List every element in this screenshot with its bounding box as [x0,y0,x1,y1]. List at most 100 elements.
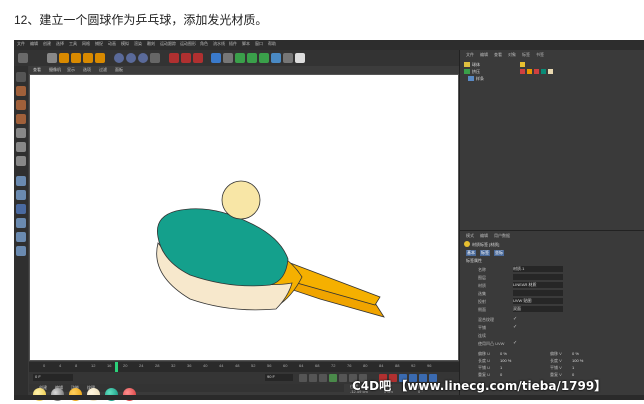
menu-motion-tracking[interactable]: 运动跟踪 [160,41,176,47]
vp-menu-panel[interactable]: 面板 [115,67,123,73]
make-editable-icon[interactable] [16,72,26,82]
obj-menu-edit[interactable]: 编辑 [480,52,488,58]
menu-script[interactable]: 脚本 [242,41,250,47]
cube-icon[interactable] [211,53,221,63]
material-tag-icon[interactable] [534,69,539,74]
attr-layer-field[interactable] [513,274,563,280]
obj-menu-tags[interactable]: 标签 [522,52,530,58]
material-tag-icon[interactable] [541,69,546,74]
attr-menu-userdata[interactable]: 用户数据 [494,233,510,239]
workplane-icon[interactable] [16,218,26,228]
floor-icon[interactable] [271,53,281,63]
tiles-u-field[interactable]: 1 [500,365,502,370]
offset-u-field[interactable]: 0 % [500,351,507,356]
pen-icon[interactable] [223,53,233,63]
menu-create[interactable]: 创建 [43,41,51,47]
recent-tool-icon[interactable] [95,53,105,63]
menu-select[interactable]: 选择 [56,41,64,47]
attr-projection-select[interactable]: UVW 贴图 [513,298,563,304]
x-axis-icon[interactable] [114,53,124,63]
mix-texture-checkbox[interactable]: ✓ [513,316,517,322]
obj-menu-file[interactable]: 文件 [466,52,474,58]
attr-material-field[interactable]: LINEAR 材质 [513,282,563,288]
vp-menu-view[interactable]: 查看 [33,67,41,73]
enable-axis-icon[interactable] [16,176,26,186]
menu-character[interactable]: 角色 [200,41,208,47]
y-axis-icon[interactable] [126,53,136,63]
obj-menu-objects[interactable]: 对象 [508,52,516,58]
render-view-icon[interactable] [169,53,179,63]
points-mode-icon[interactable] [16,128,26,138]
menu-mograph[interactable]: 运动图形 [180,41,196,47]
object-extrude[interactable]: 挤压 [472,69,480,75]
menu-pipeline[interactable]: 流水线 [213,41,225,47]
obj-menu-bookmarks[interactable]: 书签 [536,52,544,58]
length-u-field[interactable]: 100 % [500,358,511,363]
attr-menu-mode[interactable]: 模式 [466,233,474,239]
z-axis-icon[interactable] [138,53,148,63]
tiles-v-field[interactable]: 1 [572,365,574,370]
lock-icon[interactable] [16,246,26,256]
attr-selection-field[interactable] [513,290,563,296]
render-settings-icon[interactable] [193,53,203,63]
obj-menu-view[interactable]: 查看 [494,52,502,58]
prev-frame-icon[interactable] [319,374,327,382]
material-tag-icon[interactable] [548,69,553,74]
playhead[interactable] [115,362,118,372]
tab-basic[interactable]: 基本 [466,250,476,256]
undo-icon[interactable] [18,53,28,63]
vp-menu-camera[interactable]: 摄像机 [49,67,61,73]
tweak-icon[interactable] [16,190,26,200]
current-frame-field[interactable]: 0 F [33,374,73,381]
menu-file[interactable]: 文件 [17,41,25,47]
material-tag-icon[interactable] [520,62,525,67]
workplane-mode-icon[interactable] [16,114,26,124]
coord-system-icon[interactable] [150,53,160,63]
attr-side-select[interactable]: 双面 [513,306,563,312]
edges-mode-icon[interactable] [16,142,26,152]
menu-snap[interactable]: 捕捉 [95,41,103,47]
next-frame-icon[interactable] [339,374,347,382]
cloner-icon[interactable] [247,53,257,63]
rotate-icon[interactable] [83,53,93,63]
menu-mesh[interactable]: 网格 [82,41,90,47]
menu-plugins[interactable]: 插件 [229,41,237,47]
ping-pong-ball[interactable] [221,180,261,220]
3d-viewport[interactable] [29,74,459,361]
menu-sculpt[interactable]: 雕刻 [147,41,155,47]
goto-start-icon[interactable] [299,374,307,382]
tile-checkbox[interactable]: ✓ [513,324,517,330]
object-spline[interactable]: 样条 [476,76,484,82]
deformer-icon[interactable] [259,53,269,63]
camera-icon[interactable] [283,53,293,63]
use-uvw-checkbox[interactable]: ✓ [513,340,517,346]
end-frame-field[interactable]: 90 F [265,374,293,381]
prev-key-icon[interactable] [309,374,317,382]
move-icon[interactable] [59,53,69,63]
select-arrow-icon[interactable] [47,53,57,63]
attr-menu-edit[interactable]: 编辑 [480,233,488,239]
menu-tools[interactable]: 工具 [69,41,77,47]
grid-icon[interactable] [16,232,26,242]
menu-simulate[interactable]: 模拟 [121,41,129,47]
menu-help[interactable]: 帮助 [268,41,276,47]
material-tag-icon[interactable] [520,69,525,74]
polygons-mode-icon[interactable] [16,156,26,166]
render-to-picture-viewer-icon[interactable] [181,53,191,63]
scale-icon[interactable] [71,53,81,63]
menu-animate[interactable]: 动画 [108,41,116,47]
timeline-ruler[interactable]: 0 4 8 12 16 20 24 28 32 36 40 44 48 52 5… [29,362,459,372]
vp-menu-filter[interactable]: 过滤 [99,67,107,73]
material-tag-icon[interactable] [527,69,532,74]
menu-edit[interactable]: 编辑 [30,41,38,47]
attr-name-field[interactable]: 材质.1 [513,266,563,272]
snap-icon[interactable] [16,204,26,214]
length-v-field[interactable]: 100 % [572,358,583,363]
offset-v-field[interactable]: 0 % [572,351,579,356]
subdivision-icon[interactable] [235,53,245,63]
texture-mode-icon[interactable] [16,100,26,110]
vp-menu-options[interactable]: 选项 [83,67,91,73]
play-icon[interactable] [329,374,337,382]
object-sphere[interactable]: 球体 [472,62,480,68]
model-mode-icon[interactable] [16,86,26,96]
